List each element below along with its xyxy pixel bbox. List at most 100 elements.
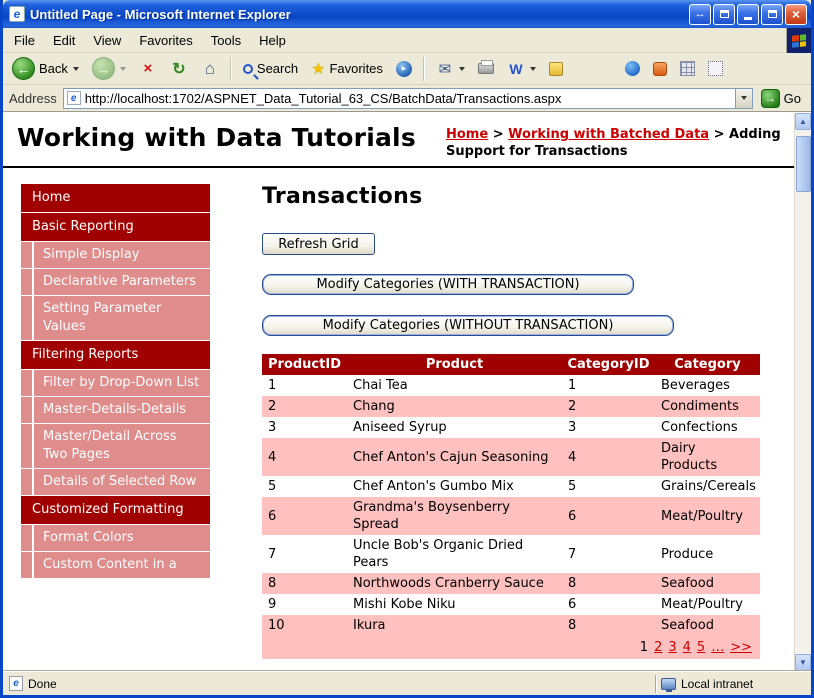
go-button[interactable]: → Go: [759, 88, 807, 109]
chevron-down-icon: [120, 67, 126, 71]
back-button[interactable]: ← Back: [7, 55, 84, 82]
refresh-button[interactable]: ↻: [165, 58, 193, 80]
scroll-up-button[interactable]: ▲: [795, 113, 811, 130]
search-button[interactable]: Search: [238, 59, 303, 78]
address-dropdown-button[interactable]: [735, 89, 752, 108]
sidebar-item[interactable]: Format Colors: [21, 525, 210, 551]
column-header: Product: [347, 354, 562, 375]
page-content: Working with Data Tutorials Home > Worki…: [3, 113, 794, 671]
grid-tool-button[interactable]: [675, 59, 700, 78]
scrollbar-thumb[interactable]: [796, 136, 811, 192]
discuss-button[interactable]: [544, 60, 568, 78]
scroll-down-button[interactable]: ▼: [795, 654, 811, 671]
table-cell: 4: [562, 438, 655, 476]
sidebar-item[interactable]: Setting Parameter Values: [21, 296, 210, 340]
go-label: Go: [784, 91, 801, 106]
table-cell: Ikura: [347, 615, 562, 636]
minimize-button[interactable]: [737, 4, 759, 25]
search-icon: [243, 64, 253, 74]
stop-button[interactable]: ×: [134, 58, 162, 80]
table-cell: 6: [562, 594, 655, 615]
menu-item[interactable]: Help: [250, 30, 295, 51]
maximize-button[interactable]: [761, 4, 783, 25]
address-input[interactable]: [85, 90, 735, 107]
menu-items: File Edit View Favorites Tools Help: [3, 28, 786, 52]
sidebar-item-label: Filter by Drop-Down List: [34, 370, 210, 396]
go-arrow-icon: →: [761, 89, 780, 108]
sidebar-item[interactable]: Master-Details-Details: [21, 397, 210, 423]
table-row: 10Ikura8Seafood: [262, 615, 760, 636]
favorites-button[interactable]: ★ Favorites: [306, 57, 388, 81]
messenger-button[interactable]: [620, 59, 645, 78]
sidebar-item[interactable]: Filter by Drop-Down List: [21, 370, 210, 396]
sidebar-item[interactable]: Customized Formatting: [21, 496, 210, 524]
pager-row: 12345…>>: [262, 636, 760, 659]
menu-item[interactable]: Tools: [202, 30, 250, 51]
breadcrumb-link[interactable]: Working with Batched Data: [508, 127, 709, 142]
sidebar-item[interactable]: Declarative Parameters: [21, 269, 210, 295]
close-button[interactable]: ×: [785, 4, 807, 25]
sidebar-item-strip: [21, 269, 32, 295]
table-cell: 6: [562, 497, 655, 535]
home-button[interactable]: ⌂: [196, 58, 224, 80]
pager-link[interactable]: 5: [697, 640, 705, 655]
sidebar-item[interactable]: Basic Reporting: [21, 213, 210, 241]
sidebar-item[interactable]: Master/Detail Across Two Pages: [21, 424, 210, 468]
table-cell: Northwoods Cranberry Sauce: [347, 573, 562, 594]
table-row: 8Northwoods Cranberry Sauce8Seafood: [262, 573, 760, 594]
table-row: 7Uncle Bob's Organic Dried Pears7Produce: [262, 535, 760, 573]
pager-link[interactable]: 2: [654, 640, 662, 655]
media-button[interactable]: ▸: [391, 59, 417, 79]
sidebar-item-strip: [21, 296, 32, 340]
sidebar-item[interactable]: Custom Content in a: [21, 552, 210, 578]
menu-item[interactable]: Favorites: [130, 30, 201, 51]
modify-without-transaction-button[interactable]: Modify Categories (WITHOUT TRANSACTION): [262, 315, 674, 336]
sidebar-item-strip: [21, 397, 32, 423]
table-cell: 3: [562, 417, 655, 438]
status-separator: [655, 675, 657, 693]
back-icon: ←: [12, 57, 35, 80]
titlebar-extra-button-1[interactable]: ↔: [689, 4, 711, 25]
vertical-scrollbar[interactable]: ▲ ▼: [794, 113, 811, 671]
breadcrumb-link[interactable]: Home: [446, 127, 488, 142]
research-button[interactable]: [648, 60, 672, 78]
search-label: Search: [257, 61, 298, 76]
pager-link[interactable]: 4: [683, 640, 691, 655]
sidebar-item-label: Master/Detail Across Two Pages: [34, 424, 210, 468]
refresh-grid-button[interactable]: Refresh Grid: [262, 233, 375, 255]
sidebar-item[interactable]: Details of Selected Row: [21, 469, 210, 495]
table-row: 3Aniseed Syrup3Confections: [262, 417, 760, 438]
print-button[interactable]: [473, 61, 499, 76]
pager-link[interactable]: 3: [668, 640, 676, 655]
toolbar-separator: [230, 57, 232, 81]
menu-item[interactable]: File: [5, 30, 44, 51]
menu-item[interactable]: Edit: [44, 30, 84, 51]
page-favicon: e: [67, 91, 81, 105]
titlebar-extra-button-2[interactable]: [713, 4, 735, 25]
select-tool-button[interactable]: [703, 59, 728, 78]
pager-link[interactable]: >>: [730, 640, 752, 655]
stop-icon: ×: [139, 60, 157, 78]
forward-button[interactable]: →: [87, 55, 131, 82]
mail-button[interactable]: ✉: [431, 58, 470, 80]
sidebar-item-label: Home: [21, 184, 96, 212]
window-title: Untitled Page - Microsoft Internet Explo…: [30, 7, 291, 22]
edit-button[interactable]: W: [502, 58, 541, 80]
table-cell: Chai Tea: [347, 375, 562, 396]
sidebar-item[interactable]: Home: [21, 184, 210, 212]
windows-logo-icon: [786, 28, 811, 53]
modify-with-transaction-button[interactable]: Modify Categories (WITH TRANSACTION): [262, 274, 634, 295]
minimize-icon: [744, 17, 752, 20]
menu-item[interactable]: View: [84, 30, 130, 51]
site-title: Working with Data Tutorials: [17, 123, 416, 160]
table-cell: 8: [562, 615, 655, 636]
table-cell: 2: [562, 396, 655, 417]
print-icon: [478, 63, 494, 74]
table-cell: Mishi Kobe Niku: [347, 594, 562, 615]
sidebar-item[interactable]: Simple Display: [21, 242, 210, 268]
sidebar-item[interactable]: Filtering Reports: [21, 341, 210, 369]
grid-icon: [680, 61, 695, 76]
pager: 12345…>>: [262, 636, 760, 659]
scrollbar-track[interactable]: [795, 130, 811, 654]
pager-link[interactable]: …: [711, 640, 724, 655]
